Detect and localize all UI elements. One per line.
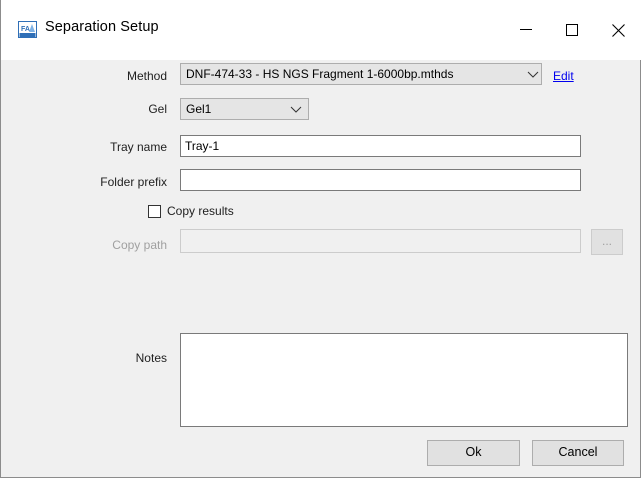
chevron-down-icon: [290, 106, 302, 113]
tray-name-label-wrap: Tray name: [7, 138, 167, 158]
notes-label-wrap: Notes: [7, 349, 167, 369]
folder-prefix-label: Folder prefix: [100, 175, 167, 189]
title-bar[interactable]: FA Separation Setup: [1, 0, 641, 60]
method-label: Method: [126, 69, 167, 83]
maximize-icon: [566, 24, 578, 36]
tray-name-label: Tray name: [110, 140, 167, 154]
copy-results-checkbox[interactable]: [148, 205, 161, 218]
fa-app-icon: FA: [18, 21, 37, 38]
notes-textarea[interactable]: [180, 333, 628, 427]
gel-label: Gel: [148, 102, 167, 116]
separation-setup-dialog: FA Separation Setup Method DNF-474-33 - …: [0, 0, 641, 478]
gel-combobox[interactable]: Gel1: [180, 98, 309, 120]
tray-name-input[interactable]: Tray-1: [180, 135, 581, 157]
ok-button[interactable]: Ok: [427, 440, 520, 466]
gel-label-wrap: Gel: [7, 100, 167, 120]
folder-prefix-input[interactable]: [180, 169, 581, 191]
close-button[interactable]: [595, 0, 641, 60]
tray-name-value: Tray-1: [185, 139, 220, 153]
maximize-button[interactable]: [549, 0, 595, 60]
copy-path-input: [180, 229, 581, 253]
minimize-icon: [520, 29, 532, 30]
copy-path-label-wrap: Copy path: [7, 236, 167, 256]
browse-copy-path-button: ...: [591, 229, 623, 255]
method-combobox[interactable]: DNF-474-33 - HS NGS Fragment 1-6000bp.mt…: [180, 63, 542, 85]
svg-text:FA: FA: [21, 26, 30, 33]
method-label-wrap: Method: [7, 67, 167, 87]
gel-value: Gel1: [186, 102, 212, 116]
cancel-button[interactable]: Cancel: [532, 440, 624, 466]
folder-prefix-label-wrap: Folder prefix: [7, 173, 167, 193]
close-icon: [611, 23, 625, 37]
method-value: DNF-474-33 - HS NGS Fragment 1-6000bp.mt…: [186, 67, 454, 81]
minimize-button[interactable]: [503, 0, 549, 60]
window-title: Separation Setup: [45, 19, 159, 35]
notes-label: Notes: [135, 351, 167, 365]
chevron-down-icon: [527, 71, 539, 78]
copy-results-label[interactable]: Copy results: [167, 204, 234, 218]
edit-method-link[interactable]: Edit: [553, 69, 574, 83]
copy-path-label: Copy path: [112, 238, 167, 252]
